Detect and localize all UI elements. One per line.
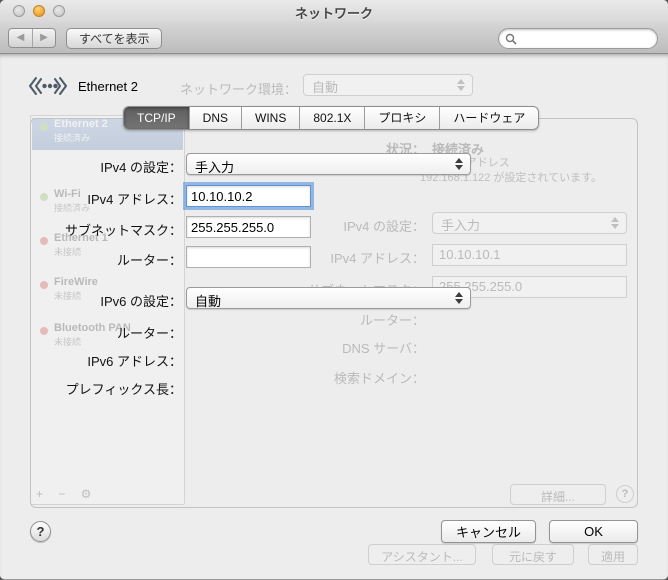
show-all-button[interactable]: すべてを表示 xyxy=(66,28,162,49)
help-button[interactable]: ? xyxy=(30,521,51,542)
service-header: Ethernet 2 xyxy=(28,74,138,98)
advanced-sheet: Ethernet 2 TCP/IP DNS WINS 802.1X プロキシ ハ… xyxy=(0,54,668,580)
titlebar[interactable]: ネットワーク xyxy=(0,0,668,22)
router-label: ルーター： xyxy=(0,250,182,269)
ipv6-router-label: ルーター： xyxy=(0,323,182,342)
network-window: ネットワーク ◀ ▶ すべてを表示 ネットワーク環境： 自動 xyxy=(0,0,668,580)
ipv4-method-value: 手入力 xyxy=(195,160,234,175)
popup-stepper-icon xyxy=(455,292,464,304)
tab-proxies[interactable]: プロキシ xyxy=(364,107,439,129)
router-input[interactable] xyxy=(186,246,311,268)
tab-content-frame xyxy=(30,118,638,508)
ok-button[interactable]: OK xyxy=(549,520,638,543)
prefix-length-label: プレフィックス長： xyxy=(0,379,182,398)
ipv6-method-label: IPv6 の設定： xyxy=(0,291,182,310)
tab-hardware[interactable]: ハードウェア xyxy=(439,107,538,129)
forward-button[interactable]: ▶ xyxy=(32,29,55,47)
window-title: ネットワーク xyxy=(0,3,668,22)
service-title: Ethernet 2 xyxy=(78,79,138,94)
tab-8021x[interactable]: 802.1X xyxy=(299,107,364,129)
subnet-mask-label: サブネットマスク： xyxy=(0,220,182,239)
search-input[interactable] xyxy=(517,32,651,46)
tab-tcpip[interactable]: TCP/IP xyxy=(124,107,189,129)
content-area: ネットワーク環境： 自動 Ethernet 2 接続済み Wi-Fi 接続済み xyxy=(0,54,668,580)
cancel-button[interactable]: キャンセル xyxy=(441,520,536,543)
ipv6-method-popup[interactable]: 自動 xyxy=(186,287,471,309)
ipv6-method-value: 自動 xyxy=(195,294,221,309)
toolbar: ◀ ▶ すべてを表示 xyxy=(0,22,668,54)
tab-dns[interactable]: DNS xyxy=(189,107,241,129)
ethernet-icon xyxy=(28,74,68,98)
ipv4-method-label: IPv4 の設定： xyxy=(0,157,182,176)
nav-history-control: ◀ ▶ xyxy=(8,28,56,48)
search-icon xyxy=(505,33,517,45)
tab-wins[interactable]: WINS xyxy=(241,107,299,129)
ipv6-address-label: IPv6 アドレス： xyxy=(0,351,182,370)
ipv4-method-popup[interactable]: 手入力 xyxy=(186,153,471,175)
ipv4-address-label: IPv4 アドレス： xyxy=(0,189,182,208)
tab-bar: TCP/IP DNS WINS 802.1X プロキシ ハードウェア xyxy=(123,106,539,130)
search-field[interactable] xyxy=(498,28,658,49)
subnet-mask-input[interactable] xyxy=(186,216,311,238)
ipv4-address-input[interactable] xyxy=(186,185,311,207)
back-button[interactable]: ◀ xyxy=(9,29,32,47)
popup-stepper-icon xyxy=(455,158,464,170)
